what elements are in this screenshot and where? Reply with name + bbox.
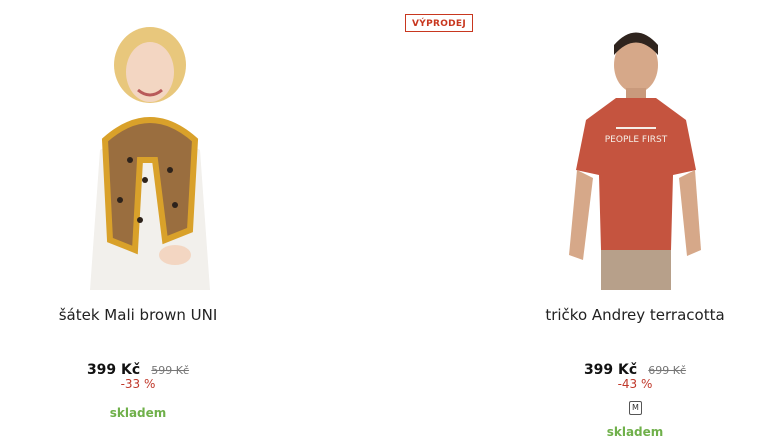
price-row: 399 Kč 599 Kč: [0, 359, 328, 378]
discount-percent: -43 %: [617, 377, 653, 391]
stock-status: skladem: [606, 425, 664, 439]
current-price: 399 Kč: [583, 362, 638, 378]
product-title[interactable]: šátek Mali brown UNI: [0, 306, 328, 324]
product-card-scarf[interactable]: šátek Mali brown UNI 399 Kč 599 Kč -33 %…: [0, 0, 380, 446]
original-price: 699 Kč: [648, 364, 687, 377]
discount-percent: -33 %: [120, 377, 156, 391]
svg-text:PEOPLE FIRST: PEOPLE FIRST: [605, 135, 668, 145]
original-price: 599 Kč: [151, 364, 190, 377]
sale-badge: VÝPRODEJ: [405, 14, 474, 32]
current-price: 399 Kč: [86, 362, 141, 378]
product-title[interactable]: tričko Andrey terracotta: [445, 306, 761, 324]
stock-status: skladem: [109, 406, 167, 420]
product-card-tshirt[interactable]: VÝPRODEJ PEOPLE FIRST tričko Andrey terr…: [381, 0, 761, 446]
product-image-scarf[interactable]: [50, 10, 290, 290]
size-badge: M: [629, 401, 642, 415]
price-row: 399 Kč 699 Kč: [445, 359, 761, 378]
product-image-tshirt[interactable]: PEOPLE FIRST: [511, 10, 751, 290]
